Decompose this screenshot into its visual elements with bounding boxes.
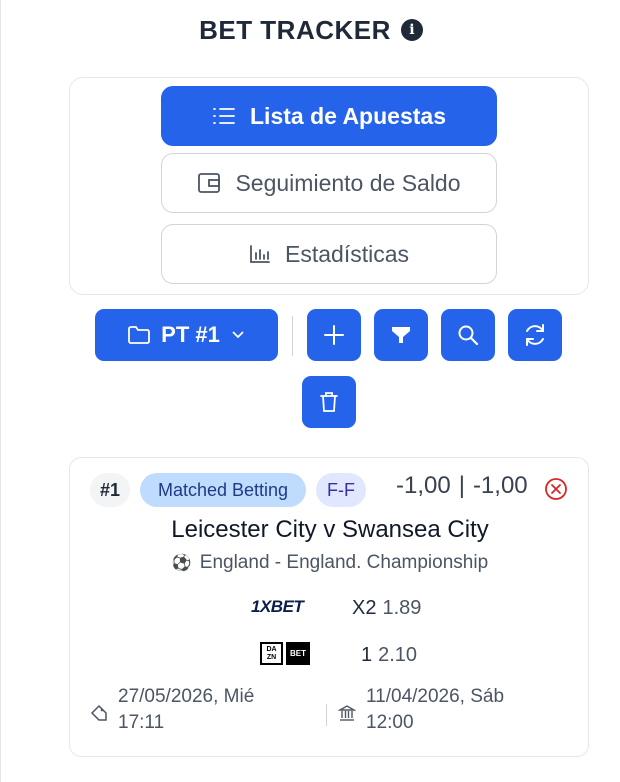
folder-icon [128, 326, 151, 344]
list-icon [213, 108, 235, 124]
soccer-ball-icon: ⚽ [171, 555, 192, 572]
bank-icon [338, 705, 356, 721]
search-icon [458, 325, 479, 346]
pick-odds: 1.89 [382, 597, 422, 619]
bet-logo-icon: BET [286, 642, 310, 665]
pick-odds: 2.10 [378, 644, 418, 666]
nav-seguimiento-saldo-button[interactable]: Seguimiento de Saldo [161, 153, 497, 213]
result-value-a: -1,00 [396, 472, 451, 499]
app-header: BET TRACKER i [1, 12, 620, 48]
event-date: 11/04/2026, Sáb 12:00 [366, 684, 504, 736]
search-button[interactable] [441, 309, 495, 361]
nav-lista-apuestas-button[interactable]: Lista de Apuestas [161, 86, 497, 146]
event-name: Leicester City v Swansea City [171, 516, 489, 543]
bet-leg: 1XBET X2 1.89 [70, 595, 590, 625]
nav-item-label: Seguimiento de Saldo [235, 169, 461, 196]
bar-chart-icon [250, 245, 270, 263]
filter-button[interactable] [374, 309, 428, 361]
toolbar-divider [292, 316, 293, 356]
tag-icon [90, 704, 107, 721]
portfolio-select-button[interactable]: PT #1 [95, 309, 278, 361]
wallet-icon [198, 173, 221, 193]
pick-selection: 1 [361, 644, 373, 666]
created-date: 27/05/2026, Mié 17:11 [118, 684, 254, 736]
page: BET TRACKER i Lista de Apuestas Seguimie… [0, 0, 620, 782]
portfolio-label: PT #1 [161, 322, 220, 347]
refresh-icon [526, 324, 544, 346]
plus-icon [324, 325, 344, 345]
bet-number-badge: #1 [90, 473, 130, 507]
bet-type-badge: Matched Betting [140, 473, 306, 507]
date-divider [326, 704, 327, 726]
bet-card[interactable]: #1 Matched Betting F-F -1,00 | -1,00 Lei… [69, 457, 589, 757]
trash-icon [320, 392, 338, 412]
pick-selection: X2 [352, 597, 377, 619]
event-date-text: 11/04/2026, Sáb [366, 686, 505, 707]
result-value-b: -1,00 [472, 472, 528, 499]
nav-item-label: Estadísticas [285, 240, 409, 267]
bet-leg: DA ZN BET 1 2.10 [70, 642, 590, 672]
bet-result: -1,00 | -1,00 [396, 472, 528, 500]
league-name: England - England. Championship [199, 552, 489, 573]
created-time-text: 17:11 [118, 712, 165, 733]
leg-pick: X2 1.89 [352, 597, 421, 620]
filter-icon [392, 327, 410, 343]
created-date-text: 27/05/2026, Mié [118, 686, 255, 707]
dazn-logo-icon: DA ZN [260, 642, 283, 665]
nav-item-label: Lista de Apuestas [250, 102, 446, 129]
date-row: 27/05/2026, Mié 17:11 11/04/2026, Sáb 12… [70, 684, 590, 744]
add-bet-button[interactable] [307, 309, 361, 361]
refresh-button[interactable] [508, 309, 562, 361]
page-title: BET TRACKER [199, 14, 391, 45]
lost-x-icon [545, 478, 567, 500]
nav-card: Lista de Apuestas Seguimiento de Saldo E… [69, 77, 589, 295]
nav-estadisticas-button[interactable]: Estadísticas [161, 224, 497, 284]
bet-mode-badge: F-F [316, 473, 366, 507]
result-separator: | [458, 472, 465, 499]
bookmaker-logo-1xbet: 1XBET [251, 597, 304, 616]
info-icon[interactable]: i [400, 19, 423, 41]
bookmaker-logo-dazn-bet: DA ZN BET [260, 642, 310, 665]
delete-button[interactable] [302, 376, 356, 428]
leg-pick: 1 2.10 [361, 644, 417, 667]
event-time-text: 12:00 [366, 712, 414, 733]
chevron-down-icon [232, 331, 244, 339]
league-row: ⚽ England - England. Championship [70, 552, 590, 574]
